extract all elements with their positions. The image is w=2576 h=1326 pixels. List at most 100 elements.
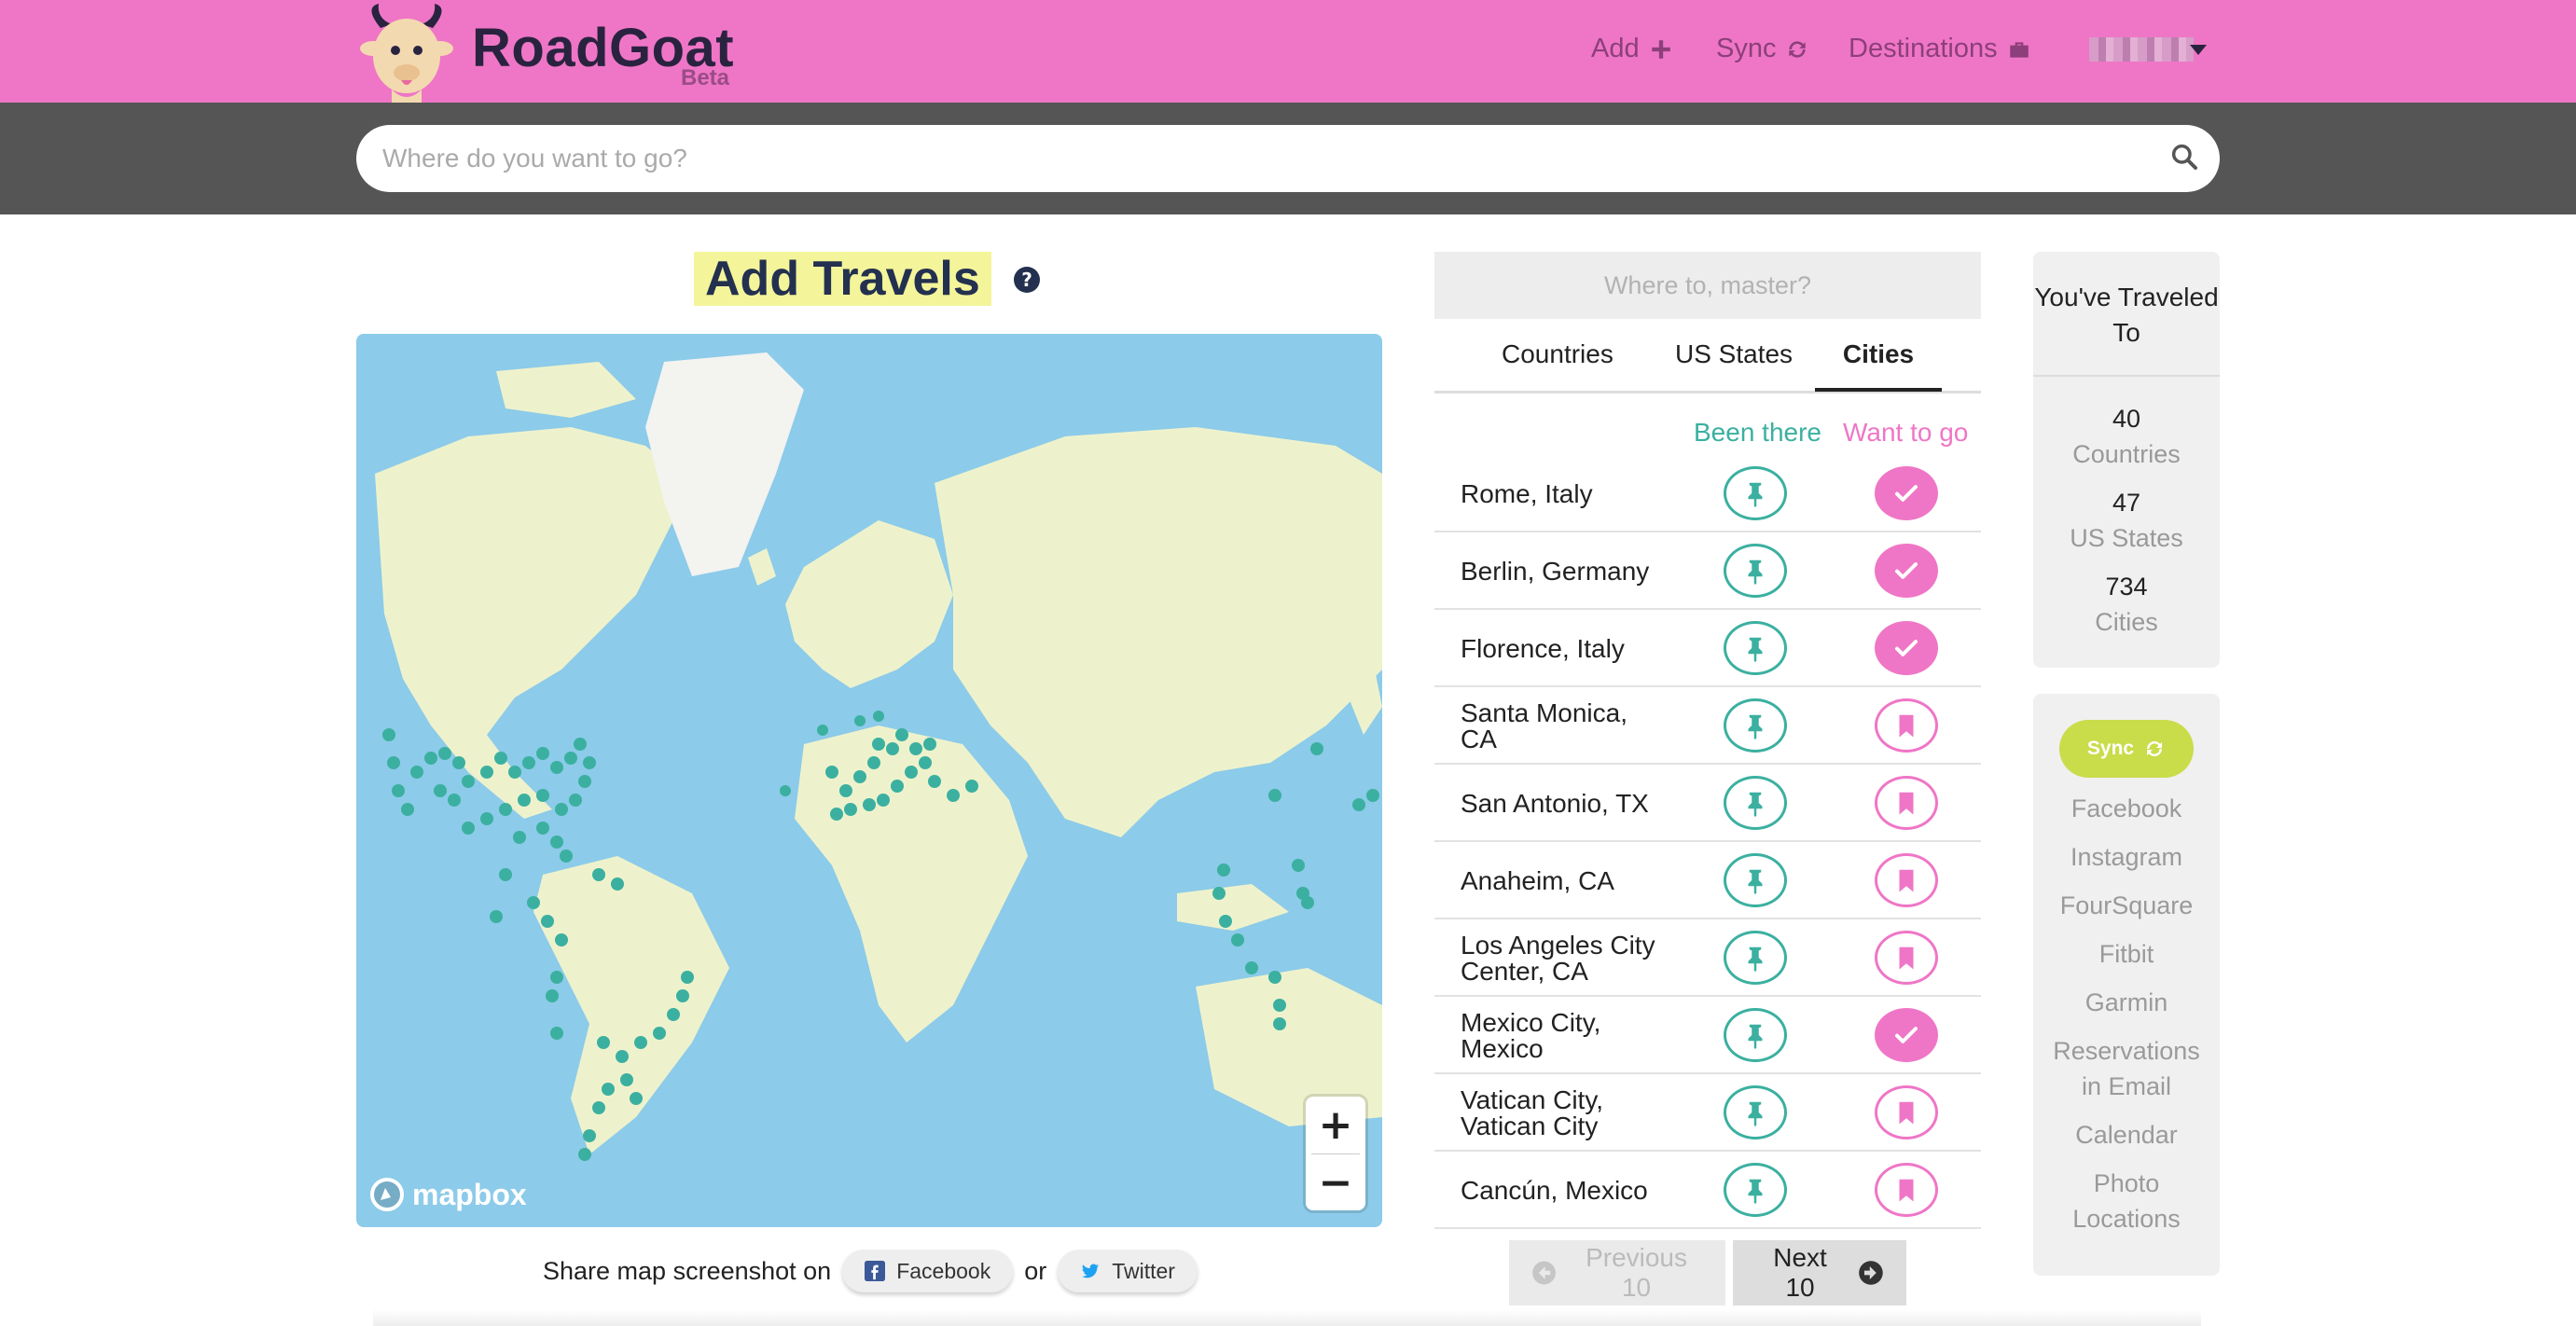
tab-us-states[interactable]: US States bbox=[1675, 339, 1793, 392]
share-facebook-label: Facebook bbox=[896, 1258, 991, 1283]
world-map-canvas[interactable] bbox=[356, 334, 1382, 1227]
map-zoom-control: + − bbox=[1306, 1097, 1365, 1210]
zoom-out-button[interactable]: − bbox=[1306, 1154, 1365, 1211]
stat-cities-label: Cities bbox=[2095, 608, 2158, 636]
city-name[interactable]: Cancún, Mexico bbox=[1461, 1152, 1666, 1229]
been-there-button[interactable] bbox=[1724, 1163, 1787, 1217]
top-navbar: RoadGoat Beta Add Sync Destinations bbox=[0, 0, 2576, 103]
city-row: Florence, Italy bbox=[1434, 610, 1981, 687]
city-row: Vatican City, Vatican City bbox=[1434, 1074, 1981, 1152]
share-twitter-label: Twitter bbox=[1112, 1258, 1175, 1283]
column-want-to-go: Want to go bbox=[1843, 418, 1969, 447]
sync-icon bbox=[2147, 740, 2163, 757]
city-name[interactable]: Berlin, Germany bbox=[1461, 532, 1666, 610]
check-icon bbox=[1895, 640, 1918, 656]
city-name[interactable]: Santa Monica, CA bbox=[1461, 687, 1666, 765]
user-menu-avatar[interactable] bbox=[2089, 37, 2194, 62]
travel-stats-card: You've Traveled To 40 Countries 47 US St… bbox=[2033, 252, 2220, 668]
city-row: Cancún, Mexico bbox=[1434, 1152, 1981, 1229]
sync-source-photo-locations[interactable]: Photo Locations bbox=[2033, 1166, 2220, 1236]
been-there-button[interactable] bbox=[1724, 853, 1787, 907]
city-name[interactable]: Rome, Italy bbox=[1461, 455, 1666, 532]
destination-search-input[interactable] bbox=[356, 125, 2220, 192]
check-icon bbox=[1895, 485, 1918, 502]
want-to-go-button[interactable] bbox=[1875, 466, 1938, 520]
previous-page-label: Previous 10 bbox=[1586, 1243, 1687, 1302]
been-there-button[interactable] bbox=[1724, 466, 1787, 520]
check-icon bbox=[1895, 1027, 1918, 1043]
nav-sync[interactable]: Sync bbox=[1716, 34, 1809, 64]
want-to-go-button[interactable] bbox=[1875, 1085, 1938, 1140]
city-row: Mexico City, Mexico bbox=[1434, 997, 1981, 1074]
want-to-go-button[interactable] bbox=[1875, 698, 1938, 753]
zoom-in-button[interactable]: + bbox=[1306, 1097, 1365, 1153]
been-there-button[interactable] bbox=[1724, 931, 1787, 985]
been-there-button[interactable] bbox=[1724, 776, 1787, 830]
sync-source-facebook[interactable]: Facebook bbox=[2033, 791, 2220, 826]
category-tabs: Countries US States Cities bbox=[1434, 332, 1981, 394]
sync-source-foursquare[interactable]: FourSquare bbox=[2033, 888, 2220, 923]
column-been-there: Been there bbox=[1694, 418, 1821, 447]
share-twitter-button[interactable]: Twitter bbox=[1058, 1250, 1198, 1292]
want-to-go-button[interactable] bbox=[1875, 621, 1938, 675]
city-name[interactable]: Los Angeles City Center, CA bbox=[1461, 919, 1666, 997]
stat-us-states-label: US States bbox=[2070, 524, 2183, 552]
next-page-button[interactable]: Next 10 bbox=[1733, 1240, 1906, 1305]
twitter-icon bbox=[1082, 1264, 1100, 1278]
world-map[interactable] bbox=[356, 334, 1382, 1227]
city-name[interactable]: San Antonio, TX bbox=[1461, 765, 1666, 842]
pin-icon bbox=[1748, 482, 1763, 507]
nav-destinations[interactable]: Destinations bbox=[1849, 34, 2031, 64]
been-there-button[interactable] bbox=[1724, 1085, 1787, 1140]
tab-cities[interactable]: Cities bbox=[1815, 339, 1942, 392]
sync-source-calendar[interactable]: Calendar bbox=[2033, 1117, 2220, 1153]
been-there-button[interactable] bbox=[1724, 544, 1787, 598]
sync-source-instagram[interactable]: Instagram bbox=[2033, 839, 2220, 875]
want-to-go-button[interactable] bbox=[1875, 776, 1938, 830]
share-facebook-button[interactable]: Facebook bbox=[842, 1250, 1014, 1292]
city-name[interactable]: Mexico City, Mexico bbox=[1461, 997, 1666, 1074]
stats-heading: You've Traveled To bbox=[2034, 283, 2219, 347]
been-there-button[interactable] bbox=[1724, 698, 1787, 753]
sync-source-garmin[interactable]: Garmin bbox=[2033, 985, 2220, 1020]
mapbox-attribution[interactable]: mapbox bbox=[369, 1177, 527, 1212]
beta-badge: Beta bbox=[681, 65, 730, 90]
next-page-label: Next 10 bbox=[1773, 1243, 1827, 1302]
sync-sources-card: Sync Facebook Instagram FourSquare Fitbi… bbox=[2033, 694, 2220, 1276]
city-row: Berlin, Germany bbox=[1434, 532, 1981, 610]
pin-icon bbox=[1748, 1179, 1763, 1204]
city-row: San Antonio, TX bbox=[1434, 765, 1981, 842]
footer-shadow bbox=[373, 1309, 2201, 1326]
city-name[interactable]: Anaheim, CA bbox=[1461, 842, 1666, 919]
nav-sync-label: Sync bbox=[1716, 34, 1777, 63]
land-masses bbox=[375, 352, 1382, 1154]
goat-logo-icon[interactable] bbox=[354, 0, 459, 103]
help-icon[interactable]: ? bbox=[1013, 266, 1041, 294]
want-to-go-button[interactable] bbox=[1875, 931, 1938, 985]
city-name[interactable]: Florence, Italy bbox=[1461, 610, 1666, 687]
previous-page-button[interactable]: Previous 10 bbox=[1509, 1240, 1725, 1305]
city-name[interactable]: Vatican City, Vatican City bbox=[1461, 1074, 1666, 1152]
city-row: Anaheim, CA bbox=[1434, 842, 1981, 919]
sync-source-fitbit[interactable]: Fitbit bbox=[2033, 936, 2220, 972]
been-there-button[interactable] bbox=[1724, 621, 1787, 675]
nav-add-label: Add bbox=[1591, 34, 1640, 63]
stats-divider bbox=[2033, 375, 2220, 377]
want-to-go-button[interactable] bbox=[1875, 1163, 1938, 1217]
nav-add[interactable]: Add bbox=[1591, 34, 1673, 64]
tab-countries[interactable]: Countries bbox=[1502, 339, 1613, 392]
want-to-go-button[interactable] bbox=[1875, 1008, 1938, 1062]
sync-icon bbox=[1789, 40, 1807, 58]
page-title: Add Travels bbox=[705, 252, 980, 306]
search-icon[interactable] bbox=[2169, 142, 2199, 172]
want-to-go-button[interactable] bbox=[1875, 853, 1938, 907]
sync-source-reservations-email[interactable]: Reservations in Email bbox=[2033, 1033, 2220, 1104]
stat-countries-count: 40 bbox=[2112, 405, 2141, 433]
sync-button[interactable]: Sync bbox=[2059, 720, 2194, 778]
been-there-button[interactable] bbox=[1724, 1008, 1787, 1062]
want-to-go-button[interactable] bbox=[1875, 544, 1938, 598]
stat-countries-label: Countries bbox=[2072, 440, 2181, 468]
panel-search-input[interactable] bbox=[1434, 252, 1981, 319]
chevron-down-icon[interactable] bbox=[2190, 45, 2207, 55]
pin-icon bbox=[1748, 1101, 1763, 1126]
